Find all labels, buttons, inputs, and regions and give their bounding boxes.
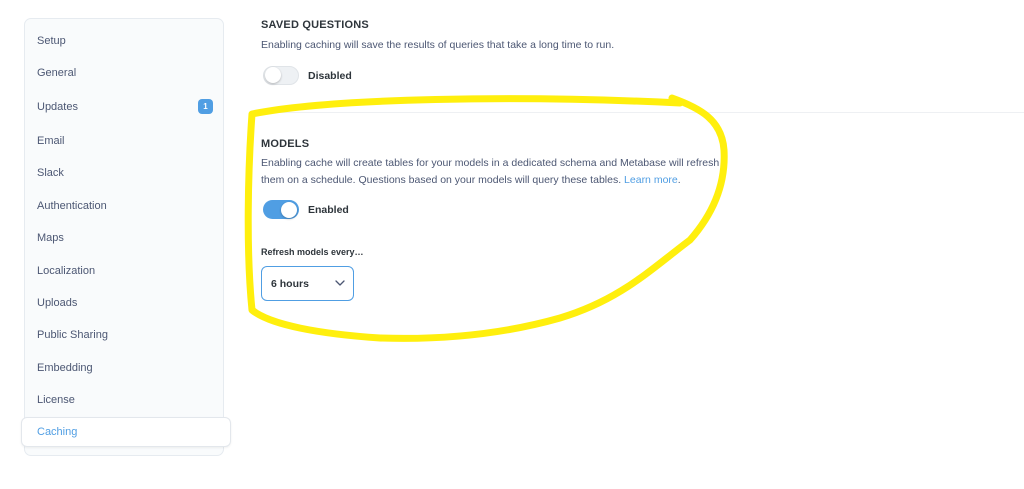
sidebar-item-label: General [37,67,77,79]
toggle-knob [265,67,281,83]
sidebar-item-label: Localization [37,265,96,277]
models-description: Enabling cache will create tables for yo… [261,155,719,189]
models-description-line1: Enabling cache will create tables for yo… [261,157,720,169]
saved-questions-description: Enabling caching will save the results o… [261,39,615,51]
sidebar-item-label: Public Sharing [37,329,108,341]
sidebar-item-general[interactable]: General [25,58,223,88]
sidebar-item-email[interactable]: Email [25,126,223,156]
admin-sidebar: Setup General Updates 1 Email Slack Auth… [21,18,231,456]
sidebar-item-localization[interactable]: Localization [25,256,223,286]
sidebar-item-label: Maps [37,232,64,244]
refresh-interval-value: 6 hours [271,277,309,290]
section-divider [250,112,1024,113]
sidebar-item-label: Email [37,135,65,147]
sidebar-item-label: Authentication [37,200,107,212]
saved-questions-caching-toggle[interactable] [263,66,299,85]
updates-count-badge: 1 [198,99,213,114]
sidebar-item-label: Setup [37,35,66,47]
sidebar-item-updates[interactable]: Updates 1 [25,92,223,122]
models-description-end: . [677,174,681,186]
sidebar-item-label: License [37,394,75,406]
sidebar-item-public-sharing[interactable]: Public Sharing [25,320,223,350]
sidebar-item-slack[interactable]: Slack [25,158,223,188]
sidebar-item-embedding[interactable]: Embedding [25,353,223,383]
sidebar-item-label: Updates [37,101,78,113]
sidebar-item-license[interactable]: License [25,385,223,415]
saved-questions-heading: SAVED QUESTIONS [261,19,369,31]
refresh-interval-select[interactable]: 6 hours [261,266,354,301]
models-heading: MODELS [261,138,310,150]
sidebar-item-label: Embedding [37,362,93,374]
saved-questions-toggle-label: Disabled [308,70,352,82]
toggle-knob [281,201,297,218]
sidebar-item-maps[interactable]: Maps [25,223,223,253]
chevron-down-icon [335,280,345,286]
models-caching-toggle[interactable] [263,200,299,219]
sidebar-item-label: Caching [37,426,78,438]
sidebar-item-label: Slack [37,167,64,179]
models-description-line2: them on a schedule. Questions based on y… [261,174,622,186]
models-toggle-label: Enabled [308,204,349,216]
sidebar-item-setup[interactable]: Setup [25,26,223,56]
refresh-models-label: Refresh models every… [261,247,364,257]
sidebar-item-caching[interactable]: Caching [21,417,231,447]
learn-more-link[interactable]: Learn more [624,174,678,186]
sidebar-item-authentication[interactable]: Authentication [25,191,223,221]
sidebar-item-label: Uploads [37,297,78,309]
sidebar-item-uploads[interactable]: Uploads [25,288,223,318]
